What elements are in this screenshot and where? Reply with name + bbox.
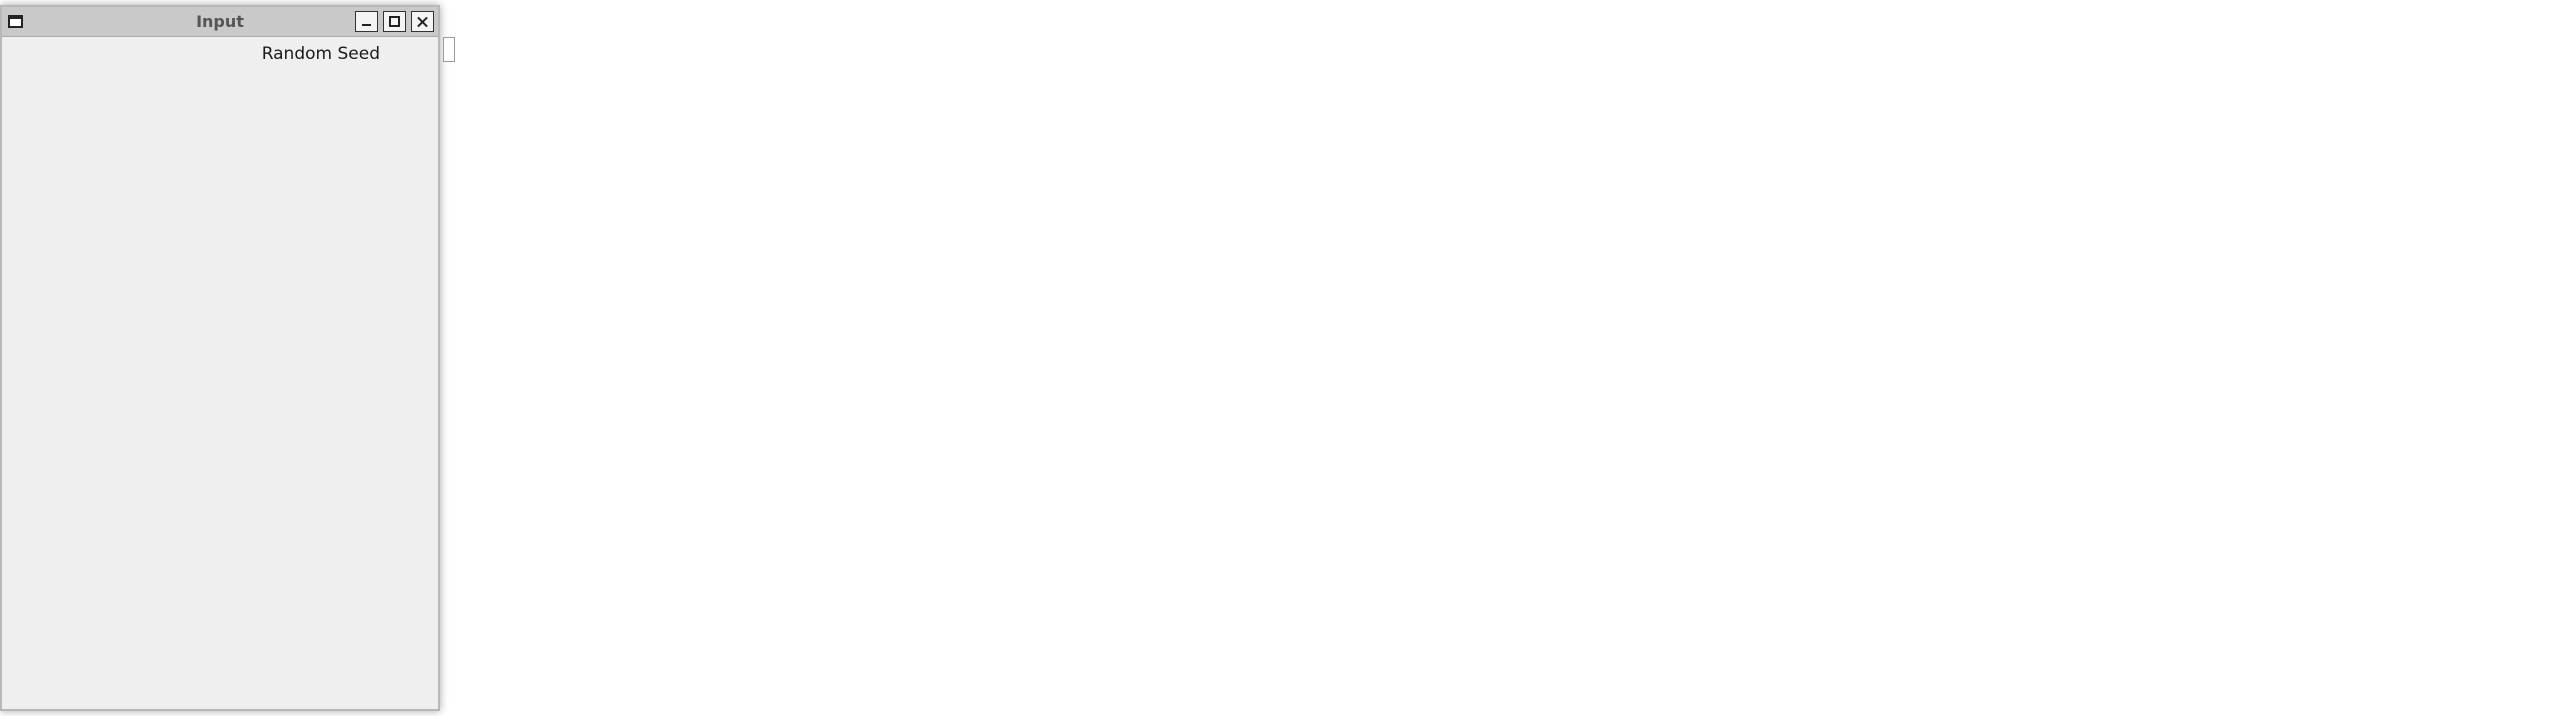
input-window: Input Random Seed	[0, 5, 455, 711]
minimize-button[interactable]	[355, 11, 378, 32]
input-titlebar[interactable]: Input	[2, 7, 438, 37]
close-button[interactable]	[411, 11, 434, 32]
random-seed-input[interactable]	[443, 37, 455, 62]
maximize-button[interactable]	[383, 11, 406, 32]
random-seed-label: Random Seed	[261, 44, 380, 64]
